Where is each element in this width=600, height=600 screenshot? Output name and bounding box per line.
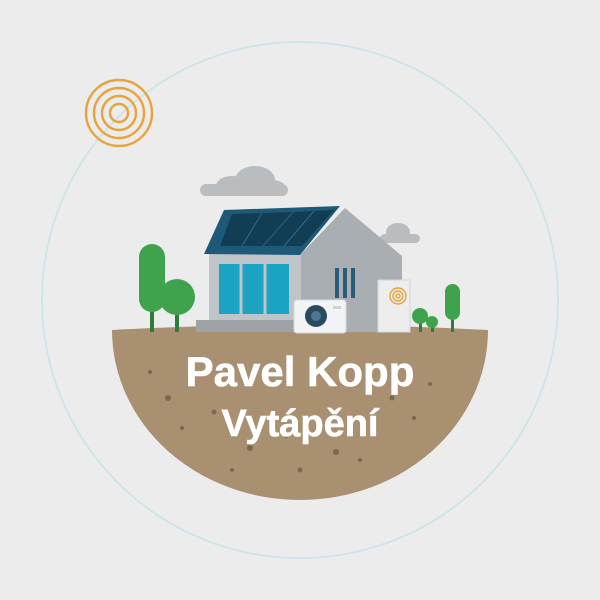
tree-icon [139, 244, 165, 332]
cloud-icon [380, 223, 420, 243]
tree-icon [445, 284, 460, 332]
company-service: Vytápění [222, 403, 380, 445]
boiler-icon [377, 279, 411, 333]
window [219, 264, 289, 314]
sun-icon [84, 78, 154, 148]
cloud-icon [200, 166, 288, 196]
company-name: Pavel Kopp [186, 348, 415, 395]
tree-icon [159, 279, 195, 332]
company-logo: Pavel Kopp Vytápění [41, 41, 559, 559]
heat-pump-icon [293, 299, 347, 334]
